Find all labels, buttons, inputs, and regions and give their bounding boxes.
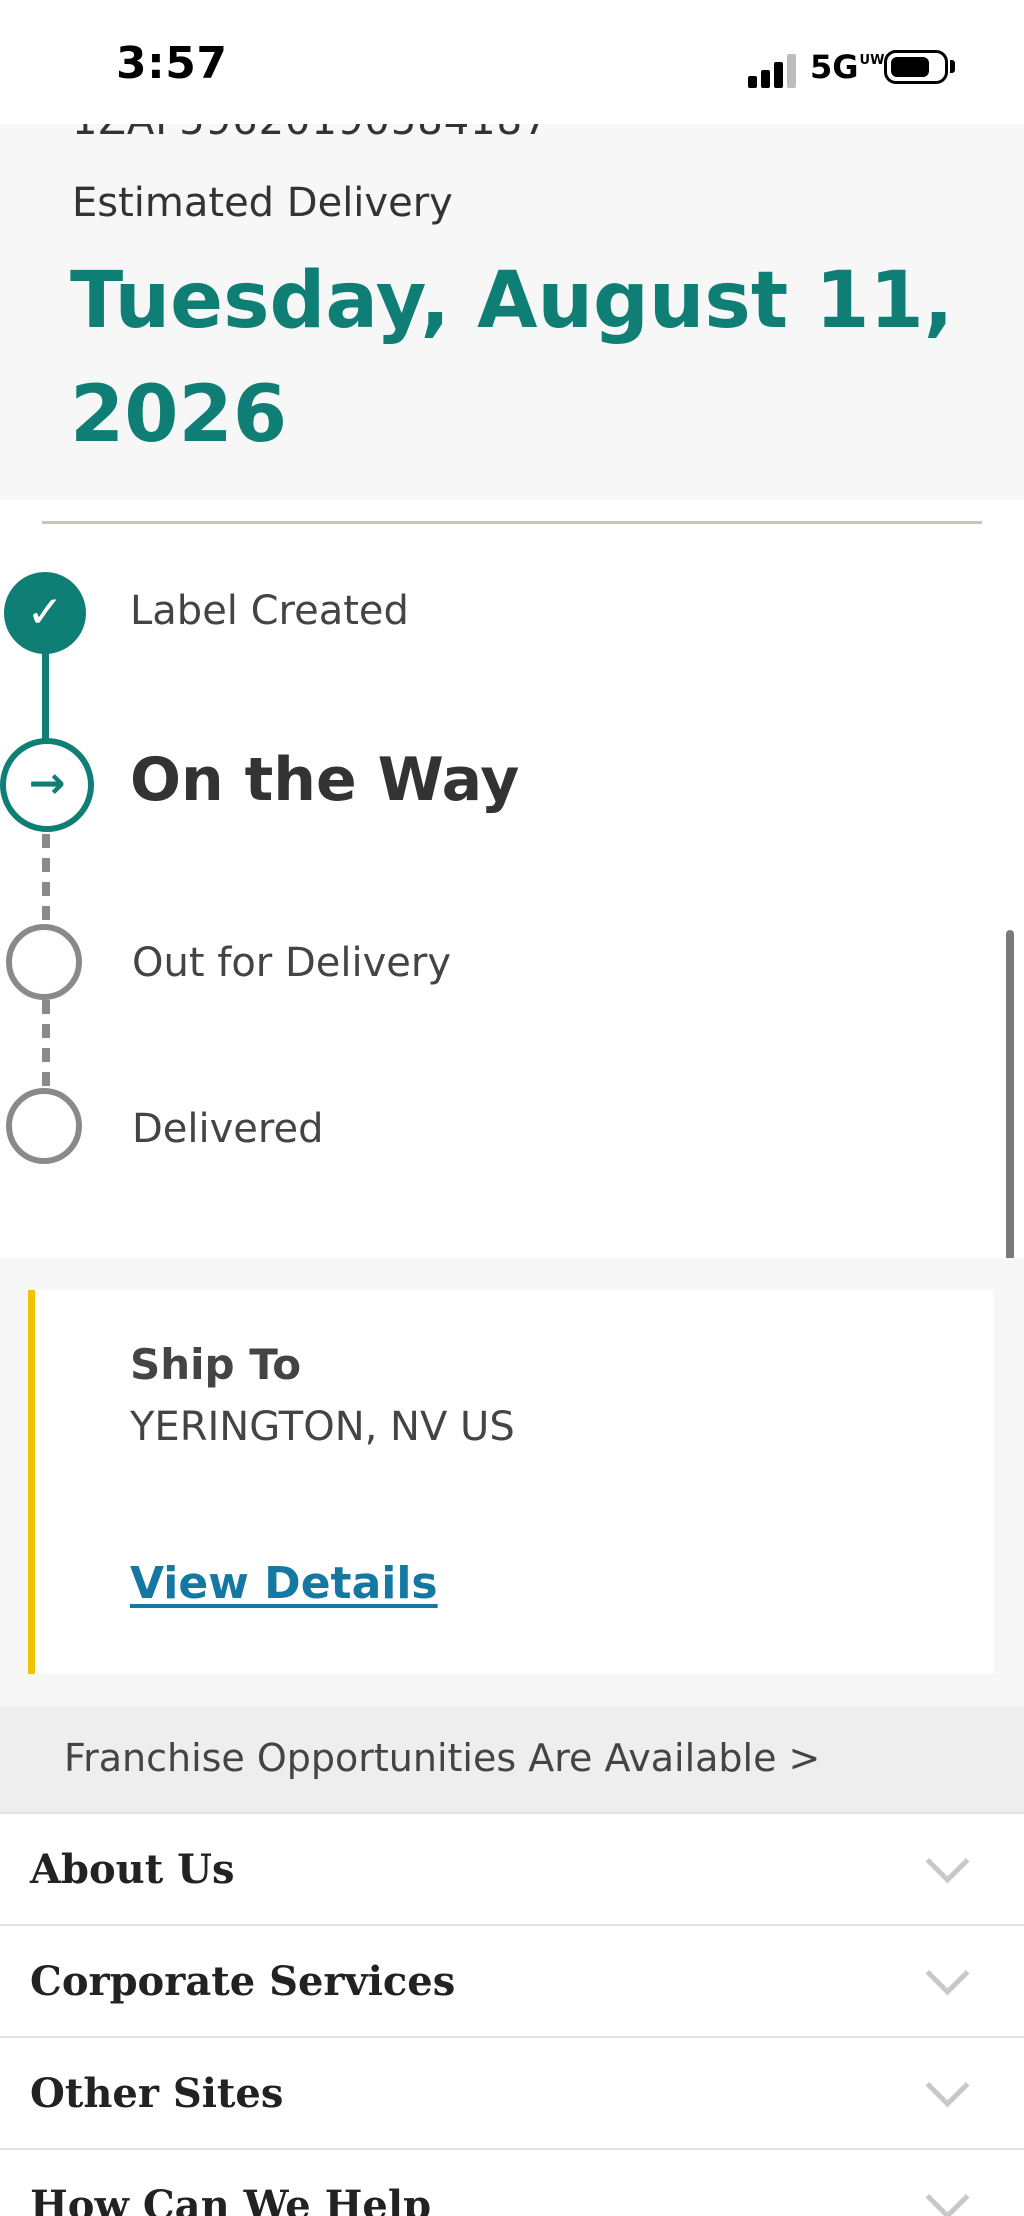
network-label: 5GUW <box>810 48 884 86</box>
step-label-created: Label Created <box>130 588 409 634</box>
tracking-number: 1ZAF59620190584187 <box>72 124 550 144</box>
accordion-label: About Us <box>30 1846 235 1893</box>
footer-accordion-about-us[interactable]: About Us <box>0 1812 1024 1924</box>
estimated-delivery-label: Estimated Delivery <box>72 180 453 226</box>
check-icon: ✓ <box>4 572 86 654</box>
empty-circle-icon <box>6 1088 82 1164</box>
accordion-label: Corporate Services <box>30 1958 456 2005</box>
status-bar: 3:57 5GUW <box>0 0 1024 124</box>
estimated-delivery-date: Tuesday, August 11, 2026 <box>70 256 954 460</box>
battery-tip <box>950 60 955 73</box>
section-divider <box>42 521 982 524</box>
chevron-down-icon[interactable] <box>924 1964 972 1994</box>
chevron-down-icon[interactable] <box>924 1852 972 1882</box>
network-type: 5G <box>810 48 859 86</box>
footer-accordion-corporate-services[interactable]: Corporate Services <box>0 1924 1024 2036</box>
step-label-out-for-delivery: Out for Delivery <box>132 940 451 986</box>
progress-line-pending <box>42 834 50 926</box>
chevron-down-icon[interactable] <box>924 2076 972 2106</box>
arrow-right-icon: → <box>0 738 94 832</box>
empty-circle-icon <box>6 924 82 1000</box>
network-sub: UW <box>859 53 885 68</box>
progress-line-pending <box>42 1000 50 1090</box>
accordion-label: How Can We Help <box>30 2182 432 2216</box>
signal-icon <box>748 54 798 88</box>
step-label-delivered: Delivered <box>132 1106 324 1152</box>
franchise-link[interactable]: Franchise Opportunities Are Available > <box>64 1736 820 1780</box>
status-time: 3:57 <box>116 38 228 89</box>
chevron-down-icon[interactable] <box>924 2188 972 2216</box>
step-label-current: On the Way <box>130 745 520 815</box>
view-details-link[interactable]: View Details <box>130 1558 438 1609</box>
delivery-summary: 1ZAF59620190584187 Estimated Delivery Tu… <box>0 124 1024 500</box>
ship-to-address: YERINGTON, NV US <box>130 1404 515 1450</box>
footer-accordion-how-can-we-help[interactable]: How Can We Help <box>0 2148 1024 2216</box>
ship-to-title: Ship To <box>130 1340 302 1389</box>
progress-line-complete <box>42 650 49 744</box>
franchise-banner[interactable]: Franchise Opportunities Are Available > <box>0 1706 1024 1812</box>
battery-icon <box>884 50 948 84</box>
accordion-label: Other Sites <box>30 2070 284 2117</box>
footer-accordion-other-sites[interactable]: Other Sites <box>0 2036 1024 2148</box>
